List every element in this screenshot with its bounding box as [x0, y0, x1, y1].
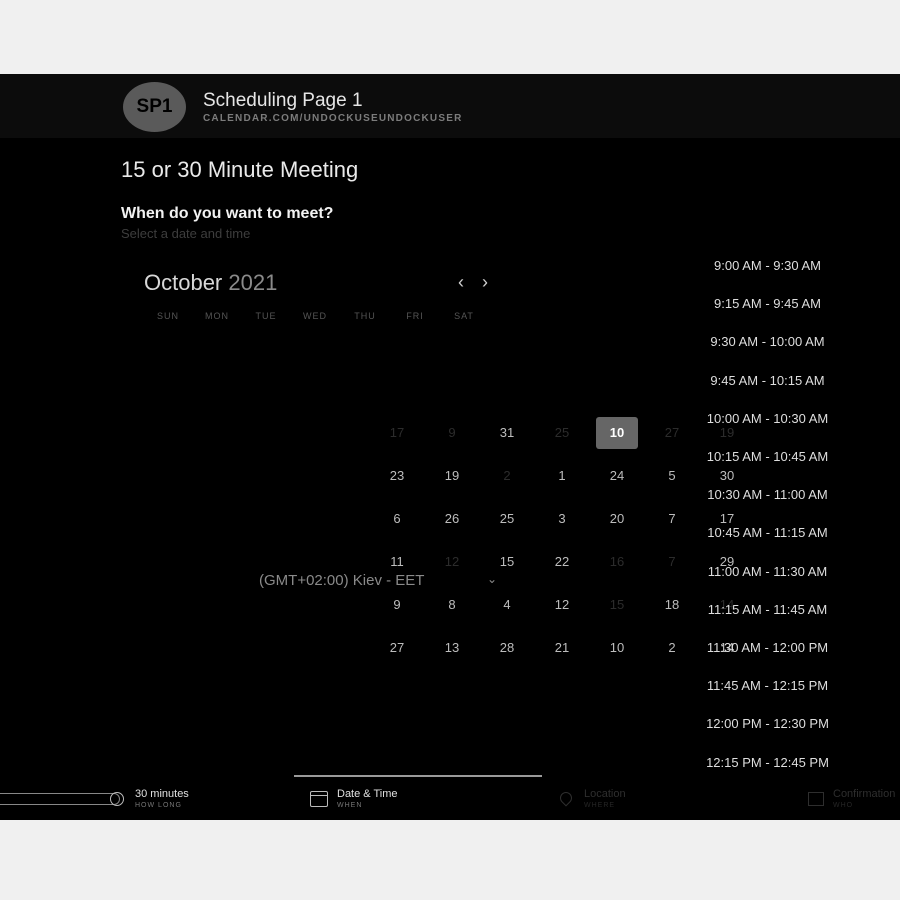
- calendar-day[interactable]: 16: [595, 550, 639, 574]
- time-slot-button[interactable]: 11:00 AM - 11:30 AM: [690, 560, 845, 584]
- step-sublabel: WHEN: [337, 802, 363, 809]
- calendar-day[interactable]: 7: [650, 550, 694, 574]
- calendar-day[interactable]: 5: [650, 464, 694, 488]
- weekday-label: SUN: [156, 311, 179, 321]
- calendar-day[interactable]: 21: [540, 636, 584, 660]
- calendar-day[interactable]: 9: [430, 421, 474, 445]
- calendar-day[interactable]: 2: [650, 636, 694, 660]
- scheduling-page-title: Scheduling Page 1: [203, 90, 363, 111]
- calendar-day[interactable]: 24: [595, 464, 639, 488]
- time-slot-button[interactable]: 9:00 AM - 9:30 AM: [690, 254, 845, 278]
- calendar-day[interactable]: 22: [540, 550, 584, 574]
- calendar-day[interactable]: 6: [375, 507, 419, 531]
- calendar-day[interactable]: 4: [485, 593, 529, 617]
- weekday-label: TUE: [255, 311, 277, 321]
- calendar-day[interactable]: 15: [595, 593, 639, 617]
- time-slot-button[interactable]: 9:45 AM - 10:15 AM: [690, 369, 845, 393]
- step-sublabel: WHERE: [584, 802, 616, 809]
- time-slot-button[interactable]: 12:15 PM - 12:45 PM: [690, 751, 845, 775]
- calendar-day[interactable]: 12: [430, 550, 474, 574]
- calendar-day[interactable]: 12: [540, 593, 584, 617]
- time-slot-button[interactable]: 11:15 AM - 11:45 AM: [690, 598, 845, 622]
- calendar-day[interactable]: 18: [650, 593, 694, 617]
- step-sublabel: HOW LONG: [135, 802, 182, 809]
- step-label: Confirmation: [833, 788, 896, 800]
- time-slot-button[interactable]: 9:30 AM - 10:00 AM: [690, 330, 845, 354]
- calendar-icon: [310, 791, 328, 807]
- step-label: Date & Time: [337, 788, 398, 800]
- calendar-day[interactable]: 3: [540, 507, 584, 531]
- time-slot-button[interactable]: 10:15 AM - 10:45 AM: [690, 445, 845, 469]
- calendar-day[interactable]: 23: [375, 464, 419, 488]
- duration-slider[interactable]: [0, 793, 120, 805]
- time-slot-button[interactable]: 10:45 AM - 11:15 AM: [690, 521, 845, 545]
- confirmation-icon: [808, 792, 824, 806]
- calendar-day-selected[interactable]: 10: [596, 417, 638, 449]
- timezone-select[interactable]: (GMT+02:00) Kiev - EET: [259, 572, 424, 589]
- calendar-day[interactable]: 27: [375, 636, 419, 660]
- step-when[interactable]: Date & Time WHEN: [337, 788, 398, 809]
- year-name: 2021: [228, 270, 278, 295]
- step-how-long[interactable]: 30 minutes HOW LONG: [135, 788, 189, 809]
- avatar: SP1: [123, 82, 186, 132]
- time-slot-button[interactable]: 9:15 AM - 9:45 AM: [690, 292, 845, 316]
- month-name: October: [144, 270, 223, 295]
- step-label: 30 minutes: [135, 788, 189, 800]
- calendar-day[interactable]: 20: [595, 507, 639, 531]
- calendar-day[interactable]: 13: [430, 636, 474, 660]
- scheduling-app: SP1 Scheduling Page 1 CALENDAR.COM/UNDOC…: [0, 74, 900, 820]
- calendar-day[interactable]: 10: [595, 636, 639, 660]
- chevron-left-icon[interactable]: ‹: [458, 272, 464, 293]
- calendar-day[interactable]: 15: [485, 550, 529, 574]
- calendar-day[interactable]: 19: [430, 464, 474, 488]
- weekday-label: MON: [205, 311, 229, 321]
- time-slot-button[interactable]: 10:00 AM - 10:30 AM: [690, 407, 845, 431]
- step-who[interactable]: Confirmation WHO: [833, 788, 895, 809]
- time-slot-button[interactable]: 11:30 AM - 12:00 PM: [690, 636, 845, 660]
- question-subtitle: Select a date and time: [121, 226, 251, 241]
- step-label: Location: [584, 788, 626, 800]
- chevron-right-icon[interactable]: ›: [482, 272, 488, 293]
- calendar-day[interactable]: 26: [430, 507, 474, 531]
- calendar-month-label: October 2021: [144, 270, 277, 296]
- location-pin-icon: [557, 789, 575, 807]
- time-slot-button[interactable]: 12:00 PM - 12:30 PM: [690, 712, 845, 736]
- clock-icon: [110, 792, 124, 806]
- calendar-day[interactable]: 8: [430, 593, 474, 617]
- scheduling-page-url[interactable]: CALENDAR.COM/UNDOCKUSEUNDOCKUSER: [203, 113, 463, 124]
- time-slot-button[interactable]: 11:45 AM - 12:15 PM: [690, 674, 845, 698]
- weekday-label: WED: [303, 311, 327, 321]
- page-header: SP1 Scheduling Page 1 CALENDAR.COM/UNDOC…: [0, 74, 900, 138]
- calendar-day[interactable]: 1: [540, 464, 584, 488]
- calendar-day[interactable]: 28: [485, 636, 529, 660]
- meeting-title: 15 or 30 Minute Meeting: [121, 157, 359, 182]
- active-step-indicator: [294, 775, 542, 777]
- calendar-day[interactable]: 25: [540, 421, 584, 445]
- calendar-day[interactable]: 17: [375, 421, 419, 445]
- weekday-label: SAT: [454, 311, 474, 321]
- calendar-day[interactable]: 2: [485, 464, 529, 488]
- weekday-label: FRI: [406, 311, 424, 321]
- calendar-day[interactable]: 11: [375, 550, 419, 574]
- calendar-day[interactable]: 7: [650, 507, 694, 531]
- step-sublabel: WHO: [833, 802, 854, 809]
- time-slot-button[interactable]: 10:30 AM - 11:00 AM: [690, 483, 845, 507]
- question-title: When do you want to meet?: [121, 205, 334, 222]
- weekday-label: THU: [354, 311, 376, 321]
- calendar-day[interactable]: 25: [485, 507, 529, 531]
- calendar-day[interactable]: 31: [485, 421, 529, 445]
- calendar-day[interactable]: 9: [375, 593, 419, 617]
- calendar-day[interactable]: 27: [650, 421, 694, 445]
- step-where[interactable]: Location WHERE: [584, 788, 626, 809]
- chevron-down-icon[interactable]: ⌄: [487, 572, 497, 586]
